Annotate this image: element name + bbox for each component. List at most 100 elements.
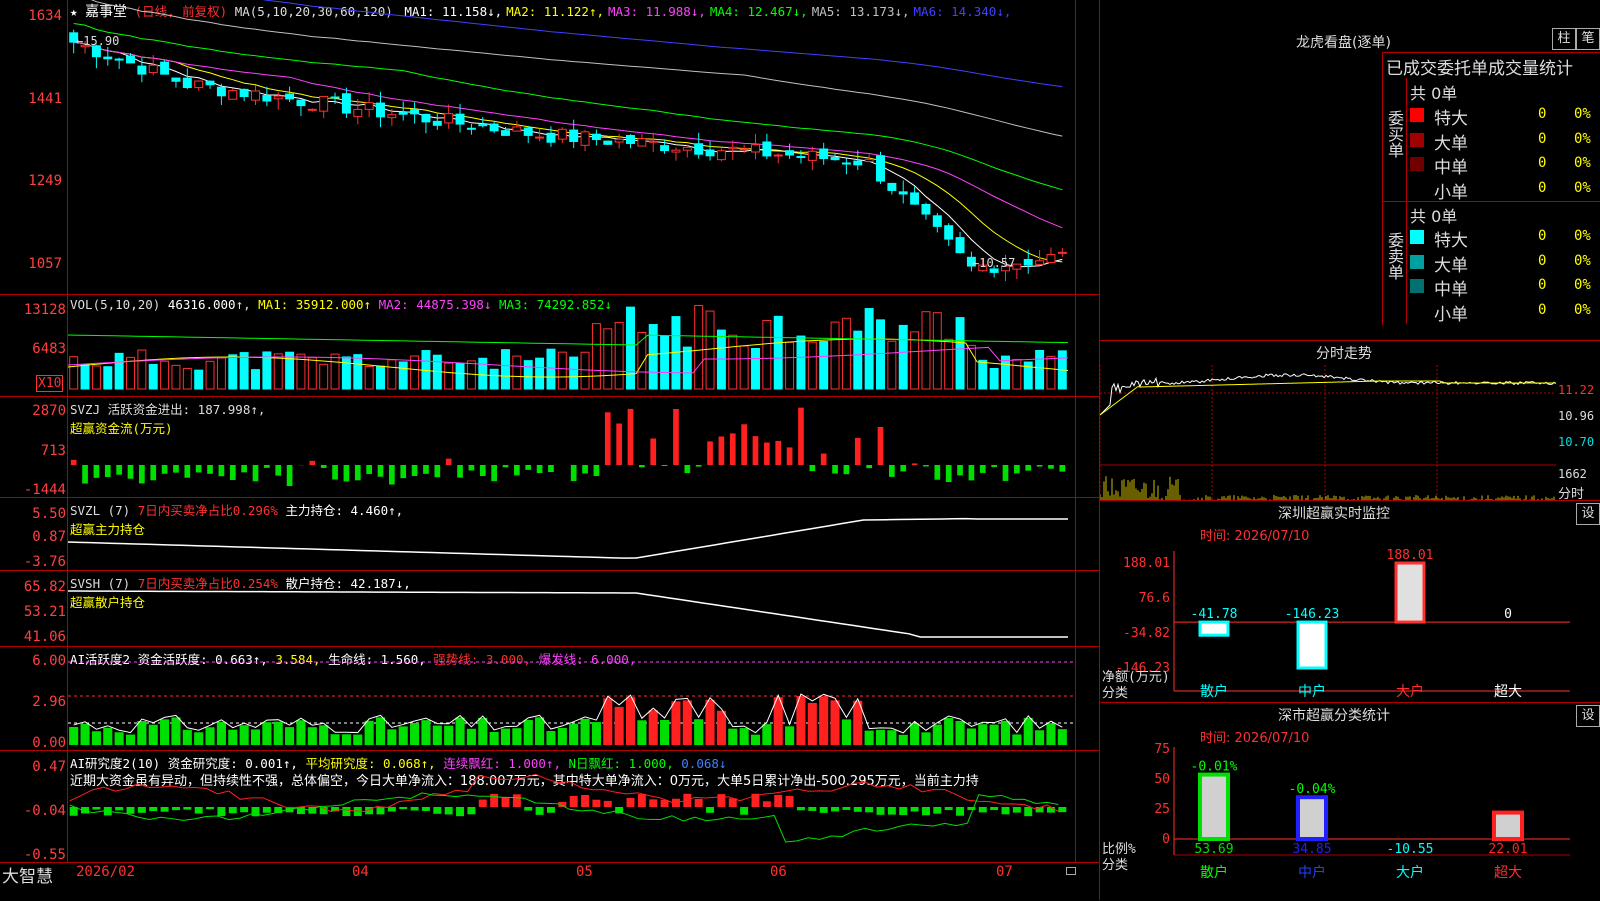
flow-bar [196, 465, 202, 472]
activity-bar [171, 717, 180, 745]
lock-icon[interactable] [1066, 867, 1076, 875]
vol-bar [808, 342, 816, 389]
intraday-chart[interactable] [1100, 365, 1556, 501]
monitor-category: 超大 [1494, 684, 1522, 700]
monitor-bar [1200, 622, 1228, 635]
activity-bar [1024, 718, 1033, 745]
stat-title: 已成交委托单成交量统计 [1386, 54, 1573, 79]
flow-bar [400, 465, 406, 478]
axis-separator [67, 0, 68, 862]
vol-chart[interactable] [68, 295, 1076, 397]
flow-bar [173, 465, 179, 473]
flow-bar [650, 438, 656, 465]
svzj-pane[interactable]: SVZJ 活跃资金进出: 187.998↑, 超赢资金流(万元) 2870 71… [0, 396, 1100, 498]
activity-bar [740, 728, 749, 745]
activity-bar [910, 723, 919, 745]
flow-bar [344, 465, 350, 481]
candle-body [649, 141, 657, 142]
activity-bar [842, 719, 851, 745]
activity-bar [717, 711, 726, 745]
vol-bar [513, 356, 521, 389]
research-bar [979, 807, 987, 812]
kline-chart[interactable] [68, 0, 1076, 294]
svsh-pane[interactable]: SVSH (7) 7日内买卖净占比0.254% 散户持仓: 42.187↓, 超… [0, 570, 1100, 647]
activity-bar [762, 724, 771, 745]
ai-active-tick: 6.00 [0, 653, 70, 669]
activity-bar [467, 729, 476, 745]
candle-body [956, 238, 964, 253]
main-chart-area[interactable]: ★ 嘉事堂 (日线, 前复权) MA(5,10,20,30,60,120) MA… [0, 0, 1100, 294]
candle-body [104, 57, 112, 59]
monitor-settings-button[interactable]: 设 [1576, 503, 1600, 525]
flow-bar [628, 409, 634, 465]
vol-bar [854, 331, 862, 389]
activity-bar [694, 719, 703, 745]
research-bar [638, 794, 646, 807]
research-bar [388, 807, 396, 812]
vol-pane[interactable]: VOL(5,10,20) 46316.000↑, MA1: 35912.000↑… [0, 294, 1100, 397]
ai-active-chart[interactable] [68, 647, 1076, 751]
vol-bar [70, 357, 78, 389]
candle-body [592, 134, 600, 139]
research-bar [956, 807, 964, 816]
research-bar [240, 807, 248, 812]
candle-body [570, 130, 578, 141]
app-logo[interactable]: 大智慧 [2, 862, 53, 887]
svzl-chart[interactable] [68, 498, 1076, 571]
activity-bar [194, 732, 203, 745]
order-count: 0 [1538, 302, 1546, 318]
order-color-swatch [1410, 255, 1424, 269]
classify-settings-button[interactable]: 设 [1576, 705, 1600, 727]
bottom-date-axis[interactable]: 大智慧 2026/02 04 05 06 07 [0, 862, 1100, 901]
research-bar [570, 796, 578, 807]
vol-bar [172, 365, 180, 389]
vol-bar [127, 357, 135, 389]
activity-bar [1035, 730, 1044, 745]
vol-bar [399, 362, 407, 389]
ai-research-pane[interactable]: AI研究度2(10) 资金研究度: 0.001↑, 平均研究度: 0.068↑,… [0, 750, 1100, 863]
candle-body [513, 127, 521, 131]
activity-bar [308, 727, 317, 745]
monitor-category: 中户 [1298, 683, 1326, 700]
research-bar [820, 807, 828, 813]
flow-bar [162, 465, 168, 474]
activity-bar [296, 720, 305, 745]
vol-bar [661, 336, 669, 389]
bar-mode-button[interactable]: 柱 [1552, 28, 1576, 50]
price-tick: 1249 [28, 173, 66, 189]
classify-chart[interactable]: 7550250-0.01%53.69散户-0.04%34.85中户-10.55大… [1100, 743, 1600, 901]
vol-bar [581, 352, 589, 389]
monitor-bar-label: 188.01 [1387, 548, 1434, 563]
candle-body [411, 110, 419, 114]
vol-bar [899, 325, 907, 389]
monitor-category: 散户 [1200, 683, 1228, 700]
activity-bar [421, 720, 430, 745]
ma-line-5 [74, 42, 1063, 267]
vol-bar [92, 366, 100, 389]
monitor-bar-label: -146.23 [1285, 607, 1340, 622]
ai-research-chart[interactable] [68, 751, 1076, 863]
flow-bar [957, 465, 963, 475]
dragon-panel[interactable]: 龙虎看盘(逐单) 柱 笔 已成交委托单成交量统计 委买单 委卖单 共 0单 共 … [1100, 0, 1600, 340]
svzj-chart[interactable] [68, 397, 1076, 498]
candle-body [1036, 261, 1044, 265]
monitor-tick: 188.01 [1123, 556, 1170, 571]
ai-active-pane[interactable]: AI活跃度2 资金活跃度: 0.663↑, 3.584, 生命线: 1.560,… [0, 646, 1100, 751]
order-count: 0 [1538, 277, 1546, 293]
svzl-pane[interactable]: SVZL (7) 7日内买卖净占比0.296% 主力持仓: 4.460↑, 超赢… [0, 497, 1100, 571]
candle-body [297, 100, 305, 105]
candle-body [422, 114, 430, 121]
activity-bar [399, 726, 408, 745]
pen-mode-button[interactable]: 笔 [1576, 28, 1600, 50]
activity-bar [603, 698, 612, 745]
classify-panel[interactable]: 深市超赢分类统计 设 时间: 2026/07/10 7550250-0.01%5… [1100, 702, 1600, 901]
flow-bar [82, 465, 88, 484]
monitor-chart[interactable]: 188.0176.6-34.82-146.23-41.78散户-146.23中户… [1100, 541, 1600, 703]
monitor-panel[interactable]: 深圳超赢实时监控 设 时间: 2026/07/10 188.0176.6-34.… [1100, 500, 1600, 703]
main-position-line [68, 519, 1068, 559]
research-bar [717, 794, 725, 807]
vol-bar [104, 367, 112, 389]
intraday-panel[interactable]: 分时走势 11.22 10.96 10.70 1662 分时 [1100, 340, 1600, 501]
flow-bar [537, 465, 543, 473]
svsh-chart[interactable] [68, 571, 1076, 647]
